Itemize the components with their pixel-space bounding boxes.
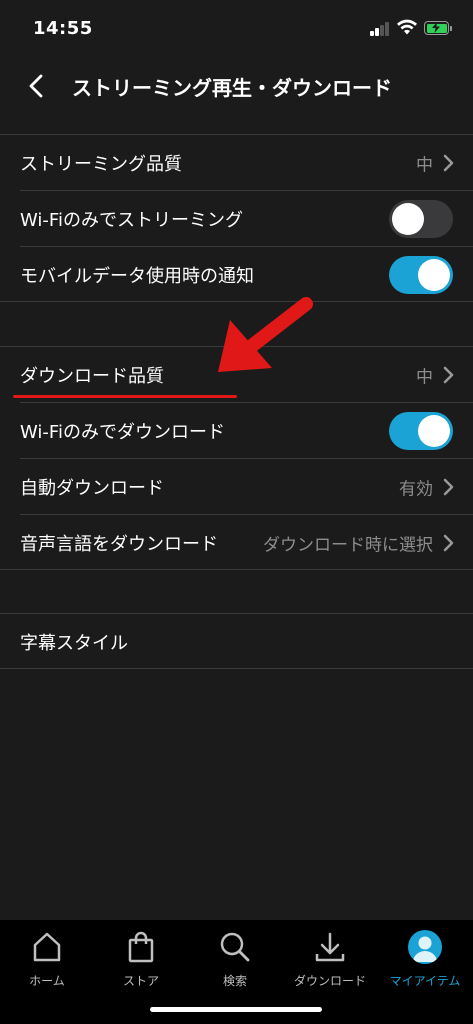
settings-list: ストリーミング品質 中 Wi-Fiのみでストリーミング モバイルデータ使用時の通… — [0, 116, 473, 920]
shopping-bag-icon — [128, 931, 154, 963]
audio-language-value: ダウンロード時に選択 — [263, 535, 433, 555]
chevron-right-icon — [443, 478, 454, 495]
streaming-wifi-only-toggle[interactable] — [389, 199, 453, 238]
download-wifi-only-row: Wi-Fiのみでダウンロード — [0, 403, 473, 458]
streaming-wifi-only-label: Wi-Fiのみでストリーミング — [20, 209, 243, 231]
annotation-underline — [13, 395, 237, 398]
download-wifi-only-toggle[interactable] — [389, 411, 453, 450]
mobile-data-notify-label: モバイルデータ使用時の通知 — [20, 265, 254, 287]
auto-download-value: 有効 — [399, 479, 433, 499]
tab-store-label: ストア — [122, 974, 159, 988]
battery-charging-icon — [424, 21, 452, 35]
streaming-quality-label: ストリーミング品質 — [20, 153, 182, 175]
audio-language-row[interactable]: 音声言語をダウンロード ダウンロード時に選択 — [0, 515, 473, 570]
avatar-icon — [408, 930, 442, 964]
download-quality-label: ダウンロード品質 — [20, 365, 164, 387]
status-bar: 14:55 — [0, 0, 473, 56]
back-button[interactable] — [18, 68, 54, 104]
tab-my-items[interactable]: マイアイテム — [378, 926, 472, 998]
tab-search-label: 検索 — [222, 974, 247, 988]
streaming-wifi-only-row: Wi-Fiのみでストリーミング — [0, 191, 473, 246]
nav-bar: ストリーミング再生・ダウンロード — [0, 56, 473, 116]
audio-language-label: 音声言語をダウンロード — [20, 533, 218, 555]
divider — [0, 569, 473, 570]
back-chevron-icon — [29, 74, 43, 98]
home-indicator — [150, 1007, 322, 1012]
wifi-icon — [397, 19, 417, 35]
tab-search[interactable]: 検索 — [188, 926, 282, 998]
tab-store[interactable]: ストア — [94, 926, 188, 998]
download-wifi-only-label: Wi-Fiのみでダウンロード — [20, 421, 225, 443]
download-quality-value: 中 — [416, 367, 433, 387]
search-icon — [220, 932, 250, 962]
streaming-quality-row[interactable]: ストリーミング品質 中 — [0, 135, 473, 190]
subtitle-style-label: 字幕スタイル — [20, 632, 128, 654]
tab-my-items-label: マイアイテム — [389, 974, 461, 988]
home-icon — [33, 932, 61, 962]
tab-home-label: ホーム — [29, 974, 65, 988]
signal-icon — [370, 22, 392, 36]
annotation-arrow — [218, 297, 313, 372]
tab-downloads[interactable]: ダウンロード — [283, 926, 377, 998]
mobile-data-notify-toggle[interactable] — [389, 255, 453, 294]
streaming-quality-value: 中 — [416, 155, 433, 175]
page-title: ストリーミング再生・ダウンロード — [72, 76, 392, 100]
chevron-right-icon — [443, 534, 454, 551]
divider — [0, 668, 473, 669]
tab-downloads-label: ダウンロード — [293, 974, 366, 988]
subtitle-style-row[interactable]: 字幕スタイル — [0, 614, 473, 669]
download-icon — [315, 932, 345, 962]
chevron-right-icon — [443, 154, 454, 171]
auto-download-label: 自動ダウンロード — [20, 477, 164, 499]
chevron-right-icon — [443, 366, 454, 383]
tab-home[interactable]: ホーム — [0, 926, 94, 998]
auto-download-row[interactable]: 自動ダウンロード 有効 — [0, 459, 473, 514]
status-time: 14:55 — [33, 18, 93, 39]
